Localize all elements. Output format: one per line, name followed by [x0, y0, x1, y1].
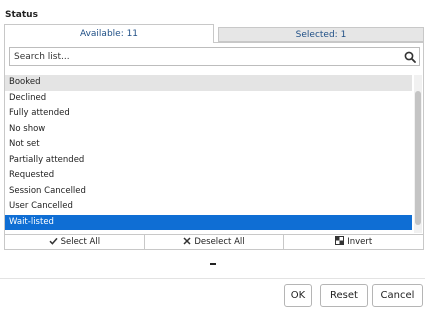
- section-title: Status: [5, 10, 38, 20]
- list-item[interactable]: Partially attended: [5, 153, 412, 169]
- list-item[interactable]: Booked: [5, 75, 412, 91]
- list-item[interactable]: Session Cancelled: [5, 184, 412, 200]
- list-scrollbar[interactable]: [414, 75, 422, 233]
- collapse-marker: [210, 263, 216, 265]
- list-panel: Booked Declined Fully attended No show N…: [4, 42, 424, 250]
- options-list: Booked Declined Fully attended No show N…: [5, 75, 423, 233]
- list-actions: Select All Deselect All Invert: [5, 234, 423, 249]
- tab-selected[interactable]: Selected: 1: [218, 27, 424, 42]
- list-item[interactable]: Not set: [5, 137, 412, 153]
- footer-divider: [0, 278, 425, 279]
- search-box: [9, 47, 420, 66]
- search-icon[interactable]: [401, 48, 419, 65]
- list-item[interactable]: Requested: [5, 168, 412, 184]
- invert-label: Invert: [347, 237, 373, 247]
- deselect-all-label: Deselect All: [194, 237, 245, 247]
- list-item[interactable]: User Cancelled: [5, 199, 412, 215]
- select-all-button[interactable]: Select All: [5, 235, 145, 249]
- search-input[interactable]: [10, 48, 401, 65]
- tab-available[interactable]: Available: 11: [4, 24, 214, 43]
- list-item[interactable]: Declined: [5, 91, 412, 107]
- reset-button[interactable]: Reset: [320, 284, 368, 307]
- scrollbar-thumb[interactable]: [415, 91, 421, 225]
- ok-button[interactable]: OK: [284, 284, 312, 307]
- invert-icon: [335, 236, 345, 248]
- select-all-label: Select All: [60, 237, 101, 247]
- deselect-all-button[interactable]: Deselect All: [145, 235, 285, 249]
- list-item[interactable]: Wait-listed: [5, 214, 412, 230]
- x-icon: [183, 236, 191, 248]
- cancel-button[interactable]: Cancel: [372, 284, 423, 307]
- list-item[interactable]: No show: [5, 122, 412, 138]
- list-item[interactable]: Fully attended: [5, 106, 412, 122]
- invert-button[interactable]: Invert: [284, 235, 423, 249]
- check-icon: [49, 237, 58, 248]
